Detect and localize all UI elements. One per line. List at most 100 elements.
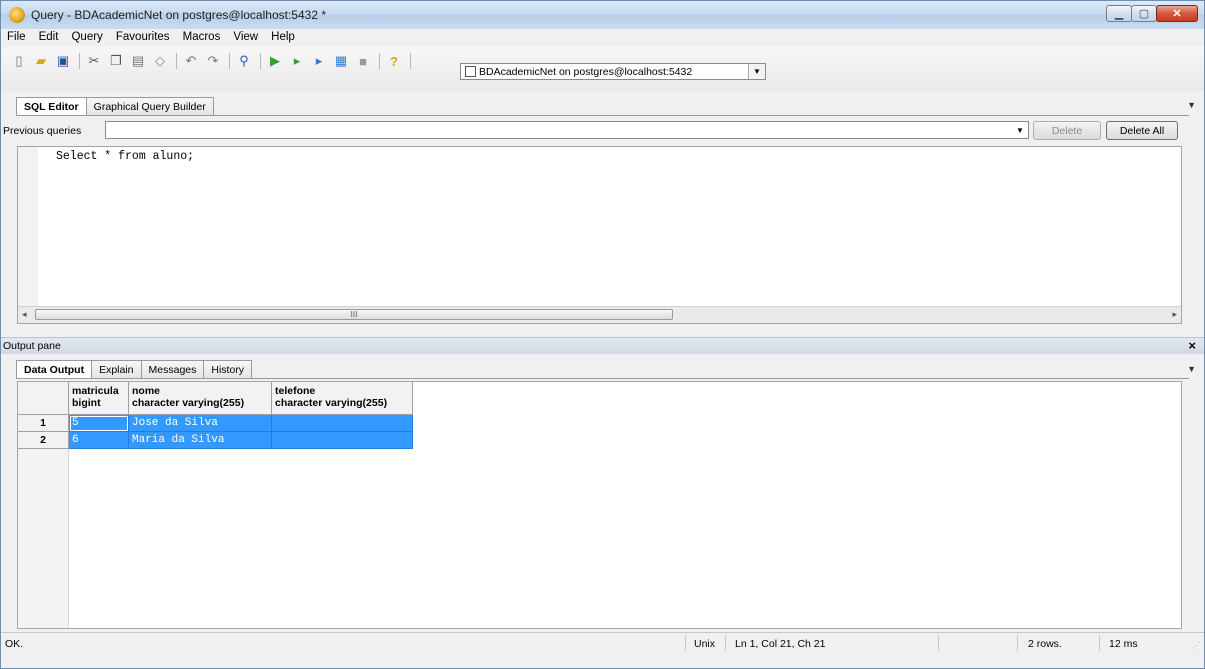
tab-sql-editor[interactable]: SQL Editor: [16, 97, 87, 116]
scroll-grip: III: [350, 310, 358, 319]
explain-button[interactable]: ▸: [287, 52, 307, 70]
delete-button[interactable]: Delete: [1033, 121, 1101, 140]
output-tabs: Data Output Explain Messages History: [16, 360, 253, 379]
toolbar-separator: [176, 53, 177, 69]
cut-icon: ✂: [88, 53, 100, 68]
find-icon: ⚲: [239, 53, 249, 68]
menu-help[interactable]: Help: [266, 29, 300, 43]
connection-select[interactable]: BDAcademicNet on postgres@localhost:5432…: [460, 63, 766, 80]
column-name: telefone: [275, 385, 316, 397]
close-button[interactable]: ✕: [1156, 5, 1198, 22]
status-divider: [1099, 635, 1100, 651]
delete-all-button[interactable]: Delete All: [1106, 121, 1178, 140]
analyze-icon: ▦: [334, 53, 348, 68]
minimize-button[interactable]: ▁: [1106, 5, 1132, 22]
help-icon: ?: [390, 53, 398, 69]
status-message: OK.: [5, 638, 24, 650]
toolbar-separator: [379, 53, 380, 69]
maximize-button[interactable]: ▢: [1131, 5, 1157, 22]
cell-telefone[interactable]: [272, 415, 413, 432]
find-button[interactable]: ⚲: [234, 52, 254, 70]
cell-nome[interactable]: Jose da Silva: [129, 415, 272, 432]
tab-graphical-query-builder[interactable]: Graphical Query Builder: [85, 97, 214, 115]
paste-button[interactable]: ▤: [128, 52, 148, 70]
menu-view[interactable]: View: [228, 29, 263, 43]
column-type: character varying(255): [275, 397, 388, 409]
cut-button[interactable]: ✂: [84, 52, 104, 70]
menu-bar: File Edit Query Favourites Macros View H…: [1, 29, 1204, 47]
row-number[interactable]: 2: [18, 432, 69, 449]
tab-list-dropdown-icon[interactable]: ▼: [1187, 364, 1196, 374]
window-title: Query - BDAcademicNet on postgres@localh…: [31, 8, 326, 22]
column-header-matricula[interactable]: matricula bigint: [69, 382, 129, 415]
redo-icon: ↷: [207, 53, 219, 68]
cell-telefone[interactable]: [272, 432, 413, 449]
execute-button[interactable]: ▶: [265, 52, 285, 70]
editor-horizontal-scrollbar[interactable]: ◂ III ▸: [18, 306, 1181, 323]
scrollbar-thumb[interactable]: III: [35, 309, 673, 320]
explain-icon: ▸: [293, 53, 301, 68]
tab-history[interactable]: History: [203, 360, 253, 378]
tab-list-dropdown-icon[interactable]: ▼: [1187, 100, 1196, 110]
column-type: character varying(255): [132, 397, 245, 409]
tab-data-output[interactable]: Data Output: [16, 360, 93, 379]
redo-button[interactable]: ↷: [203, 52, 223, 70]
cell-nome[interactable]: Maria da Silva: [129, 432, 272, 449]
help-button[interactable]: ?: [384, 52, 404, 70]
output-pane-label: Output pane: [3, 340, 61, 352]
close-icon: ✕: [1172, 8, 1182, 20]
menu-file[interactable]: File: [1, 29, 31, 43]
toolbar-separator: [260, 53, 261, 69]
copy-button[interactable]: ❐: [106, 52, 126, 70]
cell-matricula[interactable]: 6: [69, 432, 129, 449]
title-bar[interactable]: Query - BDAcademicNet on postgres@localh…: [1, 1, 1204, 29]
undo-icon: ↶: [185, 53, 197, 68]
status-divider: [1017, 635, 1018, 651]
menu-favourites[interactable]: Favourites: [111, 29, 175, 43]
chevron-down-icon[interactable]: ▼: [1012, 122, 1028, 138]
open-file-button[interactable]: ▰: [31, 52, 51, 70]
resize-grip-icon[interactable]: ⋰: [1192, 641, 1200, 650]
sql-code[interactable]: Select * from aluno;: [56, 150, 194, 163]
sql-editor[interactable]: Select * from aluno; ◂ III ▸: [17, 146, 1182, 324]
execute-icon: ▶: [270, 53, 280, 68]
connection-select-value: BDAcademicNet on postgres@localhost:5432: [479, 65, 693, 78]
cancel-query-button[interactable]: ■: [353, 52, 373, 70]
grid-corner[interactable]: [18, 382, 69, 415]
tab-messages[interactable]: Messages: [140, 360, 205, 378]
data-output-grid[interactable]: matricula bigint nome character varying(…: [17, 381, 1182, 629]
previous-queries-select[interactable]: ▼: [105, 121, 1029, 139]
cell-matricula[interactable]: 5: [69, 415, 129, 432]
status-cursor-position: Ln 1, Col 21, Ch 21: [735, 638, 826, 650]
new-file-button[interactable]: ▯: [9, 52, 29, 70]
new-file-icon: ▯: [15, 53, 23, 68]
open-folder-icon: ▰: [36, 53, 46, 68]
status-query-time: 12 ms: [1109, 638, 1138, 650]
menu-query[interactable]: Query: [66, 29, 107, 43]
menu-edit[interactable]: Edit: [34, 29, 64, 43]
execute-file-icon: ▸: [315, 53, 323, 68]
column-header-nome[interactable]: nome character varying(255): [129, 382, 272, 415]
column-header-telefone[interactable]: telefone character varying(255): [272, 382, 413, 415]
status-bar: OK. Unix Ln 1, Col 21, Ch 21 2 rows. 12 …: [1, 632, 1204, 653]
application-window: Query - BDAcademicNet on postgres@localh…: [0, 0, 1205, 669]
tab-divider: [16, 115, 1189, 116]
copy-icon: ❐: [110, 53, 122, 68]
clear-button[interactable]: ◇: [150, 52, 170, 70]
tab-explain[interactable]: Explain: [91, 360, 142, 378]
chevron-down-icon[interactable]: ▼: [748, 64, 765, 79]
tab-divider: [16, 378, 1189, 379]
explain-analyze-button[interactable]: ▦: [331, 52, 351, 70]
pgadmin-elephant-icon: [9, 7, 25, 23]
window-controls: ▁ ▢ ✕: [1106, 5, 1198, 23]
scroll-left-icon[interactable]: ◂: [22, 309, 27, 320]
execute-to-file-button[interactable]: ▸: [309, 52, 329, 70]
scroll-right-icon[interactable]: ▸: [1172, 309, 1177, 320]
connection-checkbox[interactable]: [465, 66, 476, 77]
previous-queries-label: Previous queries: [3, 125, 82, 137]
menu-macros[interactable]: Macros: [178, 29, 226, 43]
save-button[interactable]: ▣: [53, 52, 73, 70]
undo-button[interactable]: ↶: [181, 52, 201, 70]
row-number[interactable]: 1: [18, 415, 69, 432]
close-output-pane-icon[interactable]: ×: [1188, 338, 1196, 353]
